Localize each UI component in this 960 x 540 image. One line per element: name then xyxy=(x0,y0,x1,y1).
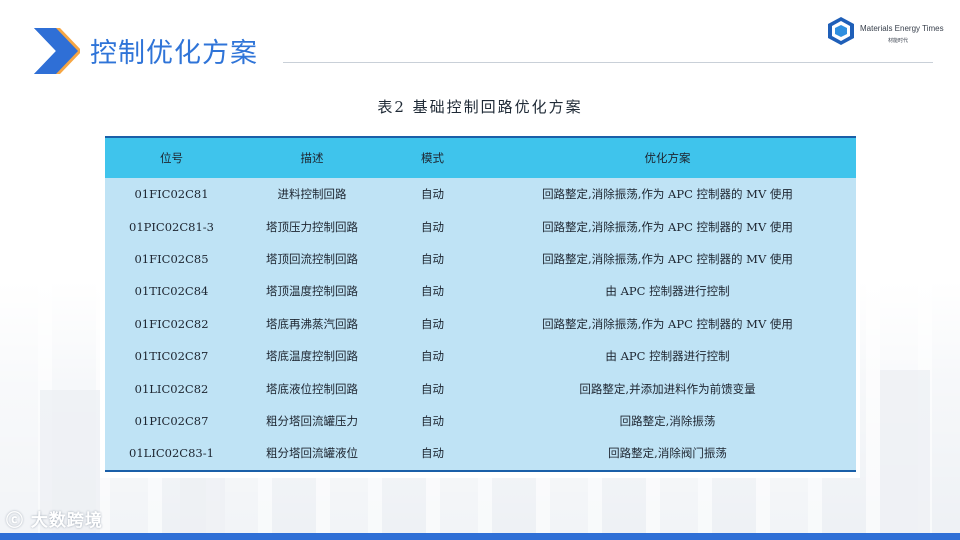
cell-tag: 01LIC02C83-1 xyxy=(105,437,238,472)
cell-tag: 01TIC02C87 xyxy=(105,339,238,373)
cell-tag: 01LIC02C82 xyxy=(105,372,238,405)
watermark: ⓒ 大数跨境 xyxy=(6,506,103,531)
control-loop-table: 位号 描述 模式 优化方案 01FIC02C81 进料控制回路 自动 回路整定,… xyxy=(105,136,856,472)
table-row: 01LIC02C82 塔底液位控制回路 自动 回路整定,并添加进料作为前馈变量 xyxy=(105,372,856,405)
cell-plan: 回路整定,消除振荡,作为 APC 控制器的 MV 使用 xyxy=(479,210,856,243)
watermark-text: 大数跨境 xyxy=(30,511,103,531)
slide: 控制优化方案 Materials Energy Times 材能时代 表2 基础… xyxy=(0,0,960,540)
cell-plan: 回路整定,消除振荡,作为 APC 控制器的 MV 使用 xyxy=(479,307,856,340)
cell-plan: 由 APC 控制器进行控制 xyxy=(479,275,856,308)
table-header-row: 位号 描述 模式 优化方案 xyxy=(105,136,856,178)
cell-mode: 自动 xyxy=(386,275,479,308)
cell-description: 塔底温度控制回路 xyxy=(238,339,386,373)
table-row: 01PIC02C87 粗分塔回流罐压力 自动 回路整定,消除振荡 xyxy=(105,404,856,438)
cell-mode: 自动 xyxy=(386,178,479,211)
logo-mark-icon: ⓒ xyxy=(6,511,24,531)
table-row: 01FIC02C82 塔底再沸蒸汽回路 自动 回路整定,消除振荡,作为 APC … xyxy=(105,307,856,340)
cell-tag: 01TIC02C84 xyxy=(105,275,238,308)
logo-subtitle: 材能时代 xyxy=(888,38,909,44)
skyline-building xyxy=(880,370,930,540)
cell-description: 塔顶压力控制回路 xyxy=(238,210,386,243)
cube-logo-icon xyxy=(828,17,854,45)
cell-tag: 01FIC02C85 xyxy=(105,242,238,276)
cell-plan: 回路整定,消除阀门振荡 xyxy=(479,437,856,472)
cell-mode: 自动 xyxy=(386,372,479,405)
cell-description: 塔顶温度控制回路 xyxy=(238,275,386,308)
cell-description: 进料控制回路 xyxy=(238,178,386,211)
cell-mode: 自动 xyxy=(386,437,479,472)
table-caption: 表2 基础控制回路优化方案 xyxy=(377,98,583,116)
table-row: 01PIC02C81-3 塔顶压力控制回路 自动 回路整定,消除振荡,作为 AP… xyxy=(105,210,856,243)
cell-mode: 自动 xyxy=(386,307,479,340)
table-row: 01TIC02C84 塔顶温度控制回路 自动 由 APC 控制器进行控制 xyxy=(105,275,856,308)
column-header: 优化方案 xyxy=(479,136,856,178)
table-row: 01TIC02C87 塔底温度控制回路 自动 由 APC 控制器进行控制 xyxy=(105,339,856,373)
cell-description: 塔底液位控制回路 xyxy=(238,372,386,405)
column-header: 模式 xyxy=(386,136,479,178)
column-header: 描述 xyxy=(238,136,386,178)
cell-plan: 回路整定,并添加进料作为前馈变量 xyxy=(479,372,856,405)
title-divider xyxy=(283,62,933,63)
bottom-accent-bar xyxy=(0,533,960,540)
cell-description: 粗分塔回流罐压力 xyxy=(238,404,386,438)
cell-tag: 01PIC02C81-3 xyxy=(105,210,238,243)
page-title: 控制优化方案 xyxy=(90,38,258,69)
logo-name: Materials Energy Times xyxy=(860,24,944,33)
cell-mode: 自动 xyxy=(386,210,479,243)
cell-description: 塔底再沸蒸汽回路 xyxy=(238,307,386,340)
cell-tag: 01FIC02C81 xyxy=(105,178,238,211)
table-row: 01FIC02C85 塔顶回流控制回路 自动 回路整定,消除振荡,作为 APC … xyxy=(105,242,856,276)
cell-mode: 自动 xyxy=(386,339,479,373)
column-header: 位号 xyxy=(105,136,238,178)
cell-description: 粗分塔回流罐液位 xyxy=(238,437,386,472)
cell-mode: 自动 xyxy=(386,404,479,438)
cell-mode: 自动 xyxy=(386,242,479,276)
cell-plan: 回路整定,消除振荡 xyxy=(479,404,856,438)
cell-plan: 由 APC 控制器进行控制 xyxy=(479,339,856,373)
cell-tag: 01FIC02C82 xyxy=(105,307,238,340)
cell-plan: 回路整定,消除振荡,作为 APC 控制器的 MV 使用 xyxy=(479,242,856,276)
table-row: 01FIC02C81 进料控制回路 自动 回路整定,消除振荡,作为 APC 控制… xyxy=(105,178,856,211)
cell-tag: 01PIC02C87 xyxy=(105,404,238,438)
chevron-icon xyxy=(34,28,80,74)
cell-description: 塔顶回流控制回路 xyxy=(238,242,386,276)
table-row: 01LIC02C83-1 粗分塔回流罐液位 自动 回路整定,消除阀门振荡 xyxy=(105,437,856,472)
table-card: 表2 基础控制回路优化方案 位号 描述 模式 优化方案 01FIC02C81 进… xyxy=(100,88,860,478)
cell-plan: 回路整定,消除振荡,作为 APC 控制器的 MV 使用 xyxy=(479,178,856,211)
